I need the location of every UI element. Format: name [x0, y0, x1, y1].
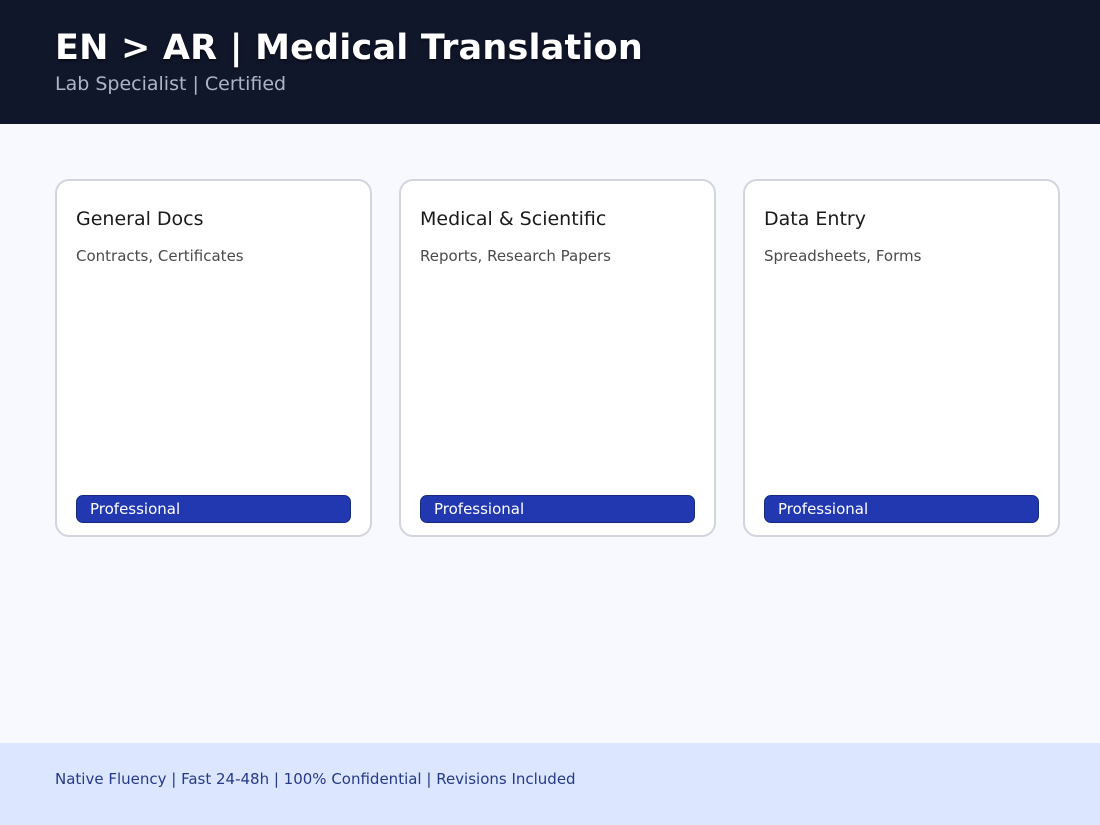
card-description: Contracts, Certificates: [76, 247, 244, 265]
page-subtitle: Lab Specialist | Certified: [55, 73, 287, 95]
footer-text: Native Fluency | Fast 24-48h | 100% Conf…: [55, 770, 576, 788]
page-header: EN > AR | Medical Translation Lab Specia…: [0, 0, 1100, 124]
card-title: General Docs: [76, 208, 204, 230]
card-badge: Professional: [76, 495, 351, 523]
service-card-medical-scientific: Medical & Scientific Reports, Research P…: [399, 179, 716, 537]
card-title: Data Entry: [764, 208, 866, 230]
card-title: Medical & Scientific: [420, 208, 607, 230]
card-badge: Professional: [764, 495, 1039, 523]
service-card-general-docs: General Docs Contracts, Certificates Pro…: [55, 179, 372, 537]
card-badge: Professional: [420, 495, 695, 523]
page-title: EN > AR | Medical Translation: [55, 28, 644, 68]
page-footer: Native Fluency | Fast 24-48h | 100% Conf…: [0, 743, 1100, 825]
card-description: Spreadsheets, Forms: [764, 247, 922, 265]
service-card-data-entry: Data Entry Spreadsheets, Forms Professio…: [743, 179, 1060, 537]
card-description: Reports, Research Papers: [420, 247, 611, 265]
service-cards: General Docs Contracts, Certificates Pro…: [55, 179, 1060, 537]
